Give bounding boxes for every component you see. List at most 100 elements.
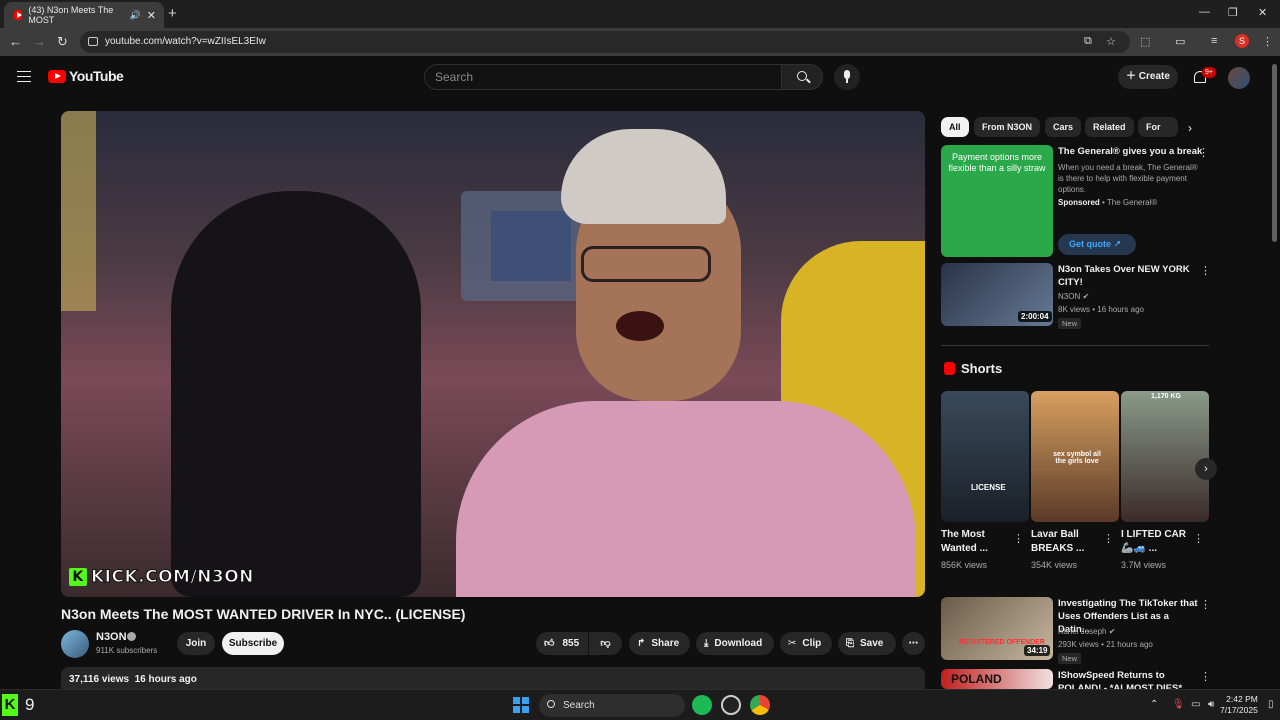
ad-title[interactable]: The General® gives you a break	[1058, 146, 1202, 157]
maximize-button[interactable]: ❐	[1228, 6, 1238, 19]
tab-audio-icon[interactable]: 🔊	[130, 10, 141, 21]
short-title[interactable]: The Most Wanted ...	[941, 528, 1007, 556]
address-bar[interactable]: youtube.com/watch?v=wZIIsEL3EIw	[80, 31, 1130, 53]
get-quote-button[interactable]: Get quote ↗	[1058, 234, 1136, 255]
video-person-mouth	[616, 311, 664, 341]
tray-overflow-chevron-icon[interactable]: ⌃	[1150, 699, 1158, 710]
short-thumbnail[interactable]: 1,170 KG	[1121, 391, 1209, 522]
short-views: 3.7M views	[1121, 560, 1167, 570]
chip-all[interactable]: All	[941, 117, 969, 137]
save-button[interactable]: ⎘ Save	[838, 632, 896, 655]
network-icon[interactable]: ▭	[1191, 699, 1200, 710]
youtube-favicon-icon	[14, 10, 23, 20]
create-button[interactable]: ＋ Create	[1118, 65, 1178, 89]
media-controls-icon[interactable]: ≡	[1211, 35, 1217, 47]
scissors-icon: ✂	[788, 638, 797, 649]
short-more-icon[interactable]: ⋮	[1013, 532, 1024, 545]
rec-channel[interactable]: N3ON ✔	[1058, 292, 1089, 301]
verified-check-icon: ✔	[1082, 292, 1090, 301]
more-actions-icon[interactable]: ⋯	[902, 632, 925, 655]
verified-check-icon	[127, 632, 136, 641]
dislike-button[interactable]: 👎︎	[589, 632, 622, 655]
install-app-icon[interactable]: ⧉	[1084, 35, 1092, 48]
page-scrollbar[interactable]	[1272, 64, 1277, 242]
rec-more-icon[interactable]: ⋮	[1200, 264, 1211, 277]
chrome-icon[interactable]	[750, 695, 770, 715]
subscribe-button[interactable]: Subscribe	[222, 632, 284, 655]
account-avatar[interactable]	[1228, 67, 1250, 89]
close-window-button[interactable]: ✕	[1258, 6, 1267, 19]
tab-title: (43) N3on Meets The MOST	[28, 5, 114, 25]
ad-more-icon[interactable]: ⋮	[1198, 146, 1209, 159]
channel-avatar[interactable]	[61, 630, 89, 658]
chip-from-n3on[interactable]: From N3ON	[974, 117, 1041, 137]
shorts-next-chevron-icon[interactable]: ›	[1195, 458, 1217, 480]
search-button[interactable]	[781, 64, 823, 90]
kick-watermark: K KICK.COM/N3ON	[69, 567, 254, 588]
volume-icon[interactable]: 🔊︎	[1208, 699, 1214, 710]
duration-badge: 2:00:04	[1018, 311, 1052, 322]
youtube-logo[interactable]: YouTube	[48, 68, 124, 84]
short-more-icon[interactable]: ⋮	[1193, 532, 1204, 545]
spotify-icon[interactable]	[692, 695, 712, 715]
forward-icon[interactable]: →	[33, 34, 46, 49]
bookmark-star-icon[interactable]: ☆	[1106, 35, 1116, 48]
back-icon[interactable]: ←	[9, 34, 22, 49]
rec-thumbnail[interactable]: POLAND	[941, 669, 1053, 689]
clock-date: 7/17/2025	[1220, 705, 1258, 715]
search-input[interactable]: Search	[424, 64, 782, 90]
sponsored-label: Sponsored	[1058, 198, 1100, 207]
browser-tab[interactable]: (43) N3on Meets The MOST 🔊 ✕	[4, 2, 164, 28]
join-button[interactable]: Join	[177, 632, 215, 655]
extensions-icon[interactable]: ⬚	[1140, 35, 1150, 48]
short-thumbnail[interactable]: sex symbol all the girls love	[1031, 391, 1119, 522]
rec-title[interactable]: IShowSpeed Returns to POLAND! - *ALMOST …	[1058, 669, 1198, 689]
channel-name[interactable]: N3ON	[96, 631, 127, 643]
minimize-button[interactable]: —	[1199, 6, 1210, 18]
windows-start-icon[interactable]	[513, 697, 529, 713]
reload-icon[interactable]: ↻	[57, 34, 68, 50]
chip-cars[interactable]: Cars	[1045, 117, 1082, 137]
rec-more-icon[interactable]: ⋮	[1200, 598, 1211, 611]
share-button[interactable]: ↱ Share	[629, 632, 690, 655]
video-player[interactable]: K KICK.COM/N3ON	[61, 111, 925, 597]
notification-center-icon[interactable]: ▯	[1268, 699, 1274, 710]
short-thumbnail[interactable]: LICENSE	[941, 391, 1029, 522]
clock-time: 2:42 PM	[1226, 694, 1258, 704]
rec-title[interactable]: N3on Takes Over NEW YORK CITY!	[1058, 263, 1198, 289]
short-views: 856K views	[941, 560, 988, 570]
like-button[interactable]: 👍︎ 855	[536, 632, 588, 655]
rec-channel[interactable]: Kanel Joseph ✔	[1058, 627, 1115, 636]
short-title[interactable]: I LIFTED CAR 🦾🚙 ...	[1121, 528, 1187, 556]
voice-search-mic-icon[interactable]	[834, 64, 860, 90]
duration-badge: 34:19	[1024, 645, 1051, 656]
microphone-icon[interactable]: 🎙︎	[1172, 699, 1185, 710]
rec-more-icon[interactable]: ⋮	[1200, 670, 1211, 683]
short-title[interactable]: Lavar Ball BREAKS ...	[1031, 528, 1097, 556]
create-label: Create	[1138, 71, 1170, 82]
windows-taskbar: K 9 Search ⌃ 🎙︎ ▭ 🔊︎ 2:42 PM 7/17/2025 ▯	[0, 689, 1280, 720]
shorts-title: Shorts	[961, 361, 1003, 376]
taskbar-search-box[interactable]: Search	[539, 694, 685, 717]
rec-thumbnail-text: POLAND	[951, 672, 1002, 686]
video-person-shirt	[456, 401, 916, 597]
browser-profile-avatar[interactable]: S	[1235, 34, 1249, 48]
system-clock[interactable]: 2:42 PM 7/17/2025	[1220, 694, 1258, 716]
browser-menu-icon[interactable]: ⋮	[1262, 35, 1273, 48]
get-quote-label: Get quote	[1069, 239, 1111, 249]
download-button[interactable]: ⤓ Download	[696, 632, 774, 655]
chip-for-you[interactable]: For yo	[1138, 117, 1178, 137]
chevron-right-icon[interactable]: ›	[1188, 121, 1192, 135]
tab-close-button[interactable]: ✕	[147, 9, 156, 22]
new-tab-button[interactable]: +	[168, 5, 177, 22]
hamburger-menu-icon[interactable]	[17, 71, 31, 82]
share-label: Share	[651, 638, 680, 649]
clip-button[interactable]: ✂ Clip	[780, 632, 832, 655]
site-info-icon[interactable]	[88, 37, 98, 46]
steam-icon[interactable]	[721, 695, 741, 715]
split-view-icon[interactable]: ▭	[1175, 35, 1185, 48]
chip-related[interactable]: Related	[1085, 117, 1134, 137]
kick-widget-icon[interactable]: K	[2, 694, 18, 716]
short-more-icon[interactable]: ⋮	[1103, 532, 1114, 545]
url-text: youtube.com/watch?v=wZIIsEL3EIw	[105, 36, 266, 47]
